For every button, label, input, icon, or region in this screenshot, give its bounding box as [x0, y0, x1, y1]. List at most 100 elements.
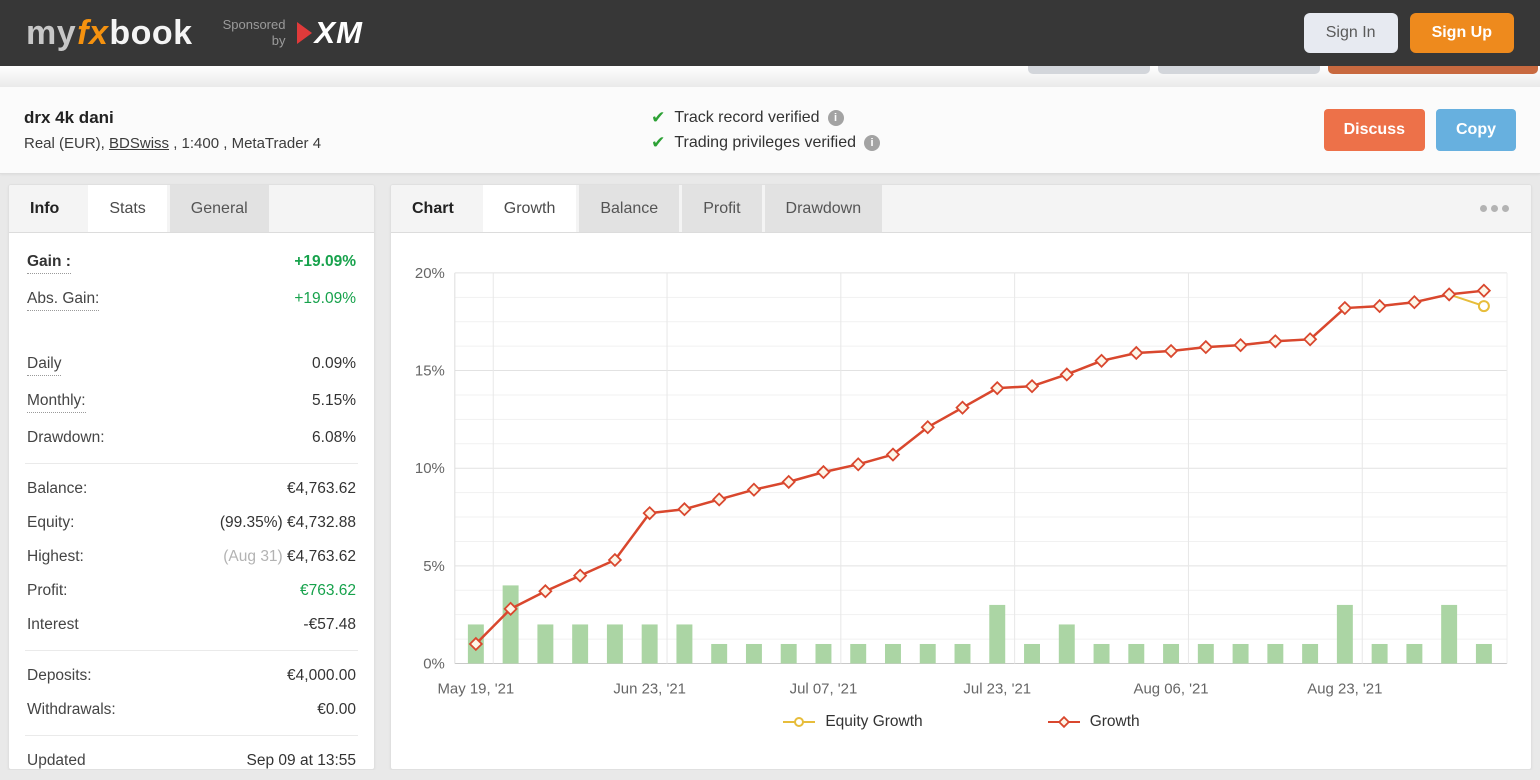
stat-value: €4,763.62	[287, 480, 356, 497]
svg-text:Jun 23, '21: Jun 23, '21	[613, 680, 686, 697]
stat-label: Updated	[27, 752, 86, 769]
account-details: , 1:400 , MetaTrader 4	[169, 135, 322, 152]
stat-value: €4,000.00	[287, 667, 356, 684]
cutoff-button-edge-1	[1028, 65, 1150, 74]
xm-logo-text: XM	[314, 15, 363, 50]
site-header: my fx book Sponsored by XM Sign In Sign Up	[0, 0, 1540, 66]
stat-label: Balance:	[27, 480, 88, 497]
stat-value: €0.00	[317, 701, 356, 718]
stats-tab-info[interactable]: Info	[9, 185, 80, 232]
svg-text:20%: 20%	[415, 265, 445, 282]
chart-tab-drawdown[interactable]: Drawdown	[764, 185, 883, 232]
account-actions: Discuss Copy	[1323, 109, 1516, 151]
stat-label: Highest:	[27, 548, 84, 565]
account-title-bar: drx 4k dani Real (EUR), BDSwiss , 1:400 …	[0, 87, 1540, 174]
chart-tab-balance[interactable]: Balance	[579, 185, 680, 232]
stat-label: Equity:	[27, 514, 75, 531]
chart-tab-profit[interactable]: Profit	[682, 185, 762, 232]
chart-options-menu-icon[interactable]	[1458, 185, 1531, 232]
discuss-button[interactable]: Discuss	[1323, 109, 1425, 151]
svg-text:Jul 07, '21: Jul 07, '21	[790, 680, 858, 697]
stat-value: +19.09%	[294, 290, 356, 307]
main-content: Info Stats General Gain : +19.09% Abs. Gain:…	[0, 174, 1540, 770]
svg-text:May 19, '21: May 19, '21	[437, 680, 514, 697]
stat-value: 5.15%	[312, 392, 356, 409]
info-icon[interactable]	[827, 109, 844, 126]
stat-row-monthly: Monthly: 5.15%	[25, 384, 358, 421]
stat-label: Withdrawals:	[27, 701, 116, 718]
stats-body: Gain : +19.09% Abs. Gain: +19.09% Daily 0.09%…	[9, 233, 374, 769]
check-icon: ✔	[651, 132, 666, 152]
cutoff-button-edge-2	[1158, 65, 1320, 74]
stat-value: €763.62	[299, 582, 356, 599]
account-type: Real (EUR),	[24, 135, 110, 152]
stat-value: -€57.48	[303, 616, 356, 633]
xm-logo[interactable]: XM	[297, 15, 363, 51]
svg-text:Aug 06, '21: Aug 06, '21	[1133, 680, 1208, 697]
chart-legend: Equity Growth Growth	[391, 701, 1531, 749]
trading-privileges-badge: ✔ Trading privileges verified	[651, 132, 881, 153]
stat-label: Monthly:	[27, 392, 86, 413]
stat-row-interest: Interest -€57.48	[25, 608, 358, 642]
stat-group: Deposits: €4,000.00 Withdrawals: €0.00	[25, 650, 358, 735]
myfxbook-logo[interactable]: my fx book	[26, 14, 193, 53]
stat-value: (99.35%) €4,732.88	[219, 514, 356, 531]
chart-panel: Chart Growth Balance Profit Drawdown 0% 5% 10%…	[390, 184, 1532, 770]
svg-text:Aug 23, '21: Aug 23, '21	[1307, 680, 1382, 697]
logo-text-book: book	[109, 13, 193, 52]
chart-tab-chart[interactable]: Chart	[391, 185, 475, 232]
stat-label: Drawdown:	[27, 429, 105, 446]
sponsored-line1: Sponsored	[222, 16, 286, 32]
stat-value: +19.09%	[294, 253, 356, 270]
chart-tab-strip: Chart Growth Balance Profit Drawdown	[391, 185, 1531, 233]
stat-label: Abs. Gain:	[27, 290, 100, 311]
stats-tab-strip: Info Stats General	[9, 185, 374, 233]
sponsored-line2: by	[271, 33, 286, 48]
equity-growth-marker-icon	[783, 717, 816, 728]
cutoff-button-edge-3	[1328, 65, 1538, 74]
badge-label: Trading privileges verified	[674, 133, 857, 151]
svg-text:0%: 0%	[423, 655, 445, 672]
stats-panel: Info Stats General Gain : +19.09% Abs. Gain:…	[8, 184, 375, 770]
svg-text:15%: 15%	[415, 363, 445, 380]
legend-label: Equity Growth	[825, 713, 923, 731]
svg-text:10%: 10%	[415, 460, 445, 477]
stats-tab-stats[interactable]: Stats	[88, 185, 167, 232]
logo-text-my: my	[26, 13, 77, 52]
xm-arrow-icon	[297, 22, 313, 44]
info-icon[interactable]	[864, 134, 881, 151]
stat-group: Gain : +19.09% Abs. Gain: +19.09%	[25, 237, 358, 327]
stat-row-equity: Equity: (99.35%) €4,732.88	[25, 506, 358, 540]
verification-badges: ✔ Track record verified ✔ Trading privil…	[651, 107, 881, 153]
legend-item-equity-growth[interactable]: Equity Growth	[782, 713, 923, 731]
check-icon: ✔	[651, 107, 666, 127]
stat-label: Daily	[27, 355, 62, 376]
auth-buttons: Sign In Sign Up	[1303, 13, 1514, 53]
stat-row-withdrawals: Withdrawals: €0.00	[25, 693, 358, 727]
stat-row-daily: Daily 0.09%	[25, 347, 358, 384]
stat-row-drawdown: Drawdown: 6.08%	[25, 421, 358, 455]
broker-link[interactable]: BDSwiss	[109, 135, 169, 152]
copy-button[interactable]: Copy	[1436, 109, 1516, 151]
account-info: drx 4k dani Real (EUR), BDSwiss , 1:400 …	[24, 108, 321, 152]
stat-row-deposits: Deposits: €4,000.00	[25, 659, 358, 693]
logo-text-fx: fx	[77, 13, 109, 52]
legend-item-growth[interactable]: Growth	[1047, 713, 1140, 731]
stat-row-updated: Updated Sep 09 at 13:55	[25, 744, 358, 769]
sign-up-button[interactable]: Sign Up	[1409, 13, 1514, 53]
header-substrip	[0, 65, 1540, 87]
stat-row-balance: Balance: €4,763.62	[25, 472, 358, 506]
chart-tab-growth[interactable]: Growth	[482, 185, 577, 232]
stat-value: 0.09%	[312, 355, 356, 372]
stat-row-highest: Highest: (Aug 31) €4,763.62	[25, 540, 358, 574]
stat-row-profit: Profit: €763.62	[25, 574, 358, 608]
stat-label: Profit:	[27, 582, 68, 599]
growth-chart-area: 0% 5% 10% 15% 20% May 19, '21 Jun 23, '21 Jul 0…	[391, 233, 1531, 701]
stat-label: Gain :	[27, 253, 71, 274]
stat-label: Interest	[27, 616, 79, 633]
sign-in-button[interactable]: Sign In	[1303, 13, 1398, 53]
stat-group: Balance: €4,763.62 Equity: (99.35%) €4,732.…	[25, 463, 358, 650]
stat-value: Sep 09 at 13:55	[246, 752, 356, 769]
stat-label: Deposits:	[27, 667, 92, 684]
stats-tab-general[interactable]: General	[169, 185, 269, 232]
